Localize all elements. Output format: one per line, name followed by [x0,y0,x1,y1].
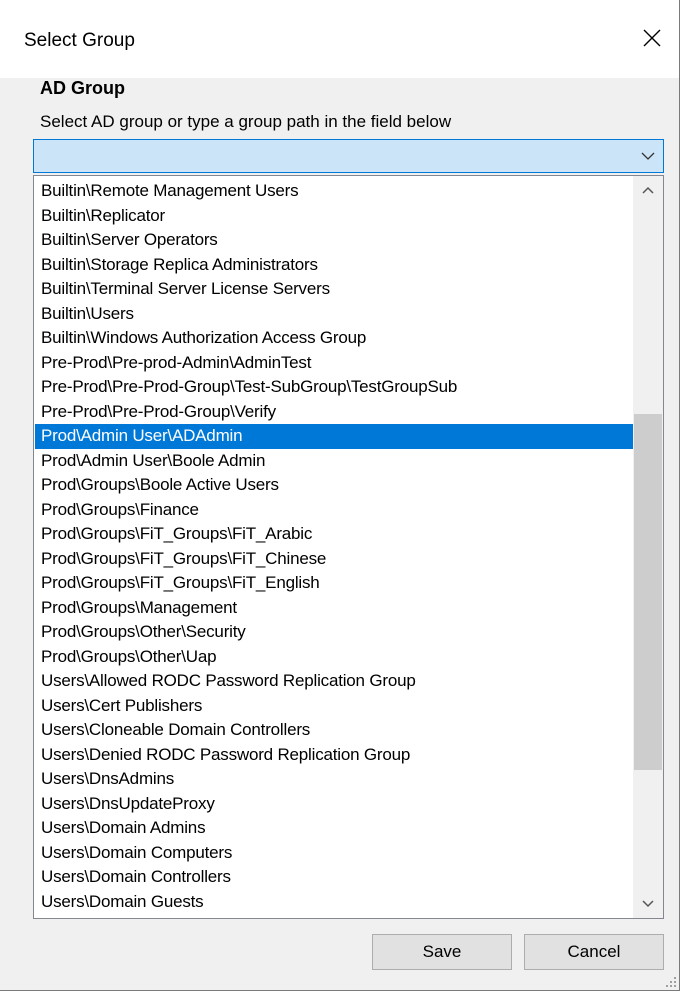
chevron-up-icon [642,186,654,194]
combo-dropdown-button[interactable] [633,140,663,172]
list-item[interactable]: Users\DnsAdmins [35,767,633,792]
list-item[interactable]: Prod\Groups\Other\Uap [35,645,633,670]
close-button[interactable] [625,14,679,62]
list-item[interactable]: Prod\Groups\Finance [35,498,633,523]
list-item[interactable]: Pre-Prod\Pre-prod-Admin\AdminTest [35,351,633,376]
list-item[interactable]: Builtin\Storage Replica Administrators [35,253,633,278]
scroll-thumb[interactable] [634,414,662,770]
list-item[interactable]: Builtin\Windows Authorization Access Gro… [35,326,633,351]
list-item[interactable]: Prod\Admin User\ADAdmin [35,424,633,449]
close-icon [643,29,661,47]
chevron-down-icon [641,152,655,160]
list-item[interactable]: Users\Domain Computers [35,841,633,866]
list-item[interactable]: Builtin\Replicator [35,204,633,229]
group-list: Builtin\Remote Management Users Builtin\R… [35,179,633,914]
save-button[interactable]: Save [372,934,512,970]
group-path-input[interactable] [34,140,636,172]
list-item[interactable]: Users\Denied RODC Password Replication G… [35,743,633,768]
scroll-down-button[interactable] [633,890,663,918]
list-item[interactable]: Users\Domain Controllers [35,865,633,890]
cancel-button[interactable]: Cancel [524,934,664,970]
list-item[interactable]: Users\Domain Guests [35,890,633,915]
list-item[interactable]: Users\Allowed RODC Password Replication … [35,669,633,694]
group-listbox[interactable]: Builtin\Remote Management Users Builtin\R… [33,175,664,919]
list-item[interactable]: Builtin\Server Operators [35,228,633,253]
list-item[interactable]: Pre-Prod\Pre-Prod-Group\Test-SubGroup\Te… [35,375,633,400]
dialog-content: AD Group Select AD group or type a group… [0,78,679,990]
list-item[interactable]: Users\DnsUpdateProxy [35,792,633,817]
list-item[interactable]: Prod\Groups\Management [35,596,633,621]
list-item[interactable]: Prod\Groups\Boole Active Users [35,473,633,498]
instructions-text: Select AD group or type a group path in … [40,112,452,131]
list-item[interactable]: Builtin\Remote Management Users [35,179,633,204]
chevron-down-icon [642,900,654,908]
list-item[interactable]: Prod\Groups\FiT_Groups\FiT_Chinese [35,547,633,572]
vertical-scrollbar[interactable] [633,176,663,918]
list-item[interactable]: Users\Cert Publishers [35,694,633,719]
list-item[interactable]: Pre-Prod\Pre-Prod-Group\Verify [35,400,633,425]
select-group-dialog: Select Group AD Group Select AD group or… [0,0,680,991]
list-item[interactable]: Prod\Admin User\Boole Admin [35,449,633,474]
title-bar: Select Group [0,0,679,78]
list-item[interactable]: Builtin\Terminal Server License Servers [35,277,633,302]
list-item[interactable]: Users\Cloneable Domain Controllers [35,718,633,743]
list-item[interactable]: Users\Domain Admins [35,816,633,841]
list-item[interactable]: Builtin\Users [35,302,633,327]
list-item[interactable]: Prod\Groups\FiT_Groups\FiT_English [35,571,633,596]
resize-grip-icon[interactable] [663,974,677,988]
list-item[interactable]: Prod\Groups\Other\Security [35,620,633,645]
section-header: AD Group [40,78,125,98]
group-path-combobox[interactable] [33,139,664,173]
scroll-up-button[interactable] [633,176,663,204]
list-item[interactable]: Prod\Groups\FiT_Groups\FiT_Arabic [35,522,633,547]
window-title: Select Group [24,30,135,51]
